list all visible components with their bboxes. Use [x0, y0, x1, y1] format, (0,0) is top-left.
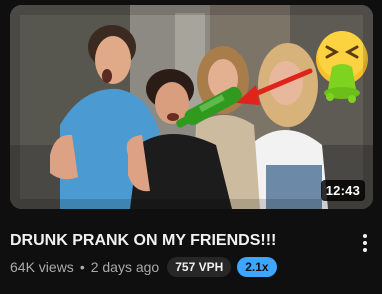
vertical-ellipsis-icon	[363, 248, 367, 252]
meta-separator: •	[79, 259, 85, 275]
vph-badge: 757 VPH	[167, 257, 232, 277]
more-options-button[interactable]	[358, 231, 372, 255]
video-duration-badge: 12:43	[320, 180, 365, 201]
thumbnail-image	[10, 5, 373, 209]
upload-age: 2 days ago	[90, 259, 160, 275]
video-thumbnail[interactable]: 12:43	[10, 5, 373, 209]
video-card[interactable]: 12:43 DRUNK PRANK ON MY FRIENDS!!! 64K v…	[0, 0, 382, 294]
video-metadata: 64K views • 2 days ago 757 VPH 2.1x	[10, 256, 277, 278]
video-title[interactable]: DRUNK PRANK ON MY FRIENDS!!!	[10, 231, 350, 251]
vertical-ellipsis-icon	[363, 241, 367, 245]
multiplier-badge: 2.1x	[237, 257, 277, 277]
vertical-ellipsis-icon	[363, 234, 367, 238]
view-count: 64K views	[10, 259, 74, 275]
